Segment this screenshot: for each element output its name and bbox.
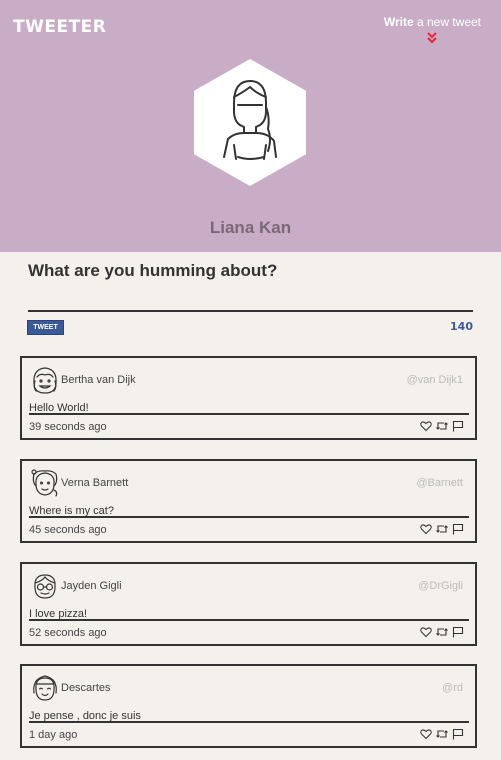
tweet-timestamp: 52 seconds ago — [29, 627, 107, 639]
tweet-author-handle: @rd — [442, 682, 463, 694]
divider — [29, 721, 469, 723]
tweet-card: Verna Barnett @Barnett Where is my cat? … — [20, 459, 477, 543]
tweet-author-handle: @van Dijk1 — [406, 374, 463, 386]
user-avatar-icon — [34, 574, 56, 599]
write-new-tweet-link[interactable]: Write a new tweet — [384, 15, 481, 44]
retweet-icon[interactable] — [436, 420, 448, 432]
tweet-actions — [420, 626, 464, 638]
user-avatar-icon — [33, 367, 57, 394]
profile-name: Liana Kan — [209, 218, 292, 237]
tweet-author-name: Jayden Gigli — [61, 580, 122, 592]
tweet-timestamp: 45 seconds ago — [29, 524, 107, 536]
tweet-card: Descartes @rd Je pense , donc je suis 1 … — [20, 664, 477, 748]
tweet-actions — [420, 728, 464, 740]
profile-avatar — [194, 59, 306, 186]
tweet-author-handle: @Barnett — [416, 477, 463, 489]
divider — [29, 516, 469, 518]
tweet-author-handle: @DrGigli — [418, 580, 463, 592]
heart-icon[interactable] — [420, 728, 432, 740]
tweet-card: Jayden Gigli @DrGigli I love pizza! 52 s… — [20, 562, 477, 646]
flag-icon[interactable] — [452, 626, 464, 638]
tweet-author-name: Descartes — [61, 682, 111, 694]
tweet-input[interactable] — [28, 310, 473, 312]
tweet-author-name: Verna Barnett — [61, 477, 129, 489]
tweet-timestamp: 1 day ago — [29, 729, 78, 741]
retweet-icon[interactable] — [436, 728, 448, 740]
flag-icon[interactable] — [452, 420, 464, 432]
tweet-actions — [420, 420, 464, 432]
tweet-author-name: Bertha van Dijk — [61, 374, 136, 386]
tweet-actions — [420, 523, 464, 535]
divider — [29, 619, 469, 621]
retweet-icon[interactable] — [436, 523, 448, 535]
tweet-timestamp: 39 seconds ago — [29, 421, 107, 433]
user-avatar-icon — [31, 469, 58, 497]
write-new-tweet-label[interactable]: Write a new tweet — [384, 15, 481, 29]
character-counter: 140 — [450, 320, 473, 333]
profile-header: TWEETER Write a new tweet Liana Kan — [0, 0, 501, 252]
flag-icon[interactable] — [452, 728, 464, 740]
app-logo[interactable]: TWEETER — [13, 17, 106, 37]
double-chevron-down-icon[interactable] — [425, 32, 439, 44]
compose-prompt: What are you humming about? — [28, 261, 278, 280]
heart-icon[interactable] — [420, 523, 432, 535]
user-avatar-icon — [33, 675, 57, 701]
tweet-button[interactable]: TWEET — [27, 320, 64, 335]
flag-icon[interactable] — [452, 523, 464, 535]
divider — [29, 413, 469, 415]
heart-icon[interactable] — [420, 420, 432, 432]
retweet-icon[interactable] — [436, 626, 448, 638]
tweet-card: Bertha van Dijk @van Dijk1 Hello World! … — [20, 356, 477, 440]
heart-icon[interactable] — [420, 626, 432, 638]
